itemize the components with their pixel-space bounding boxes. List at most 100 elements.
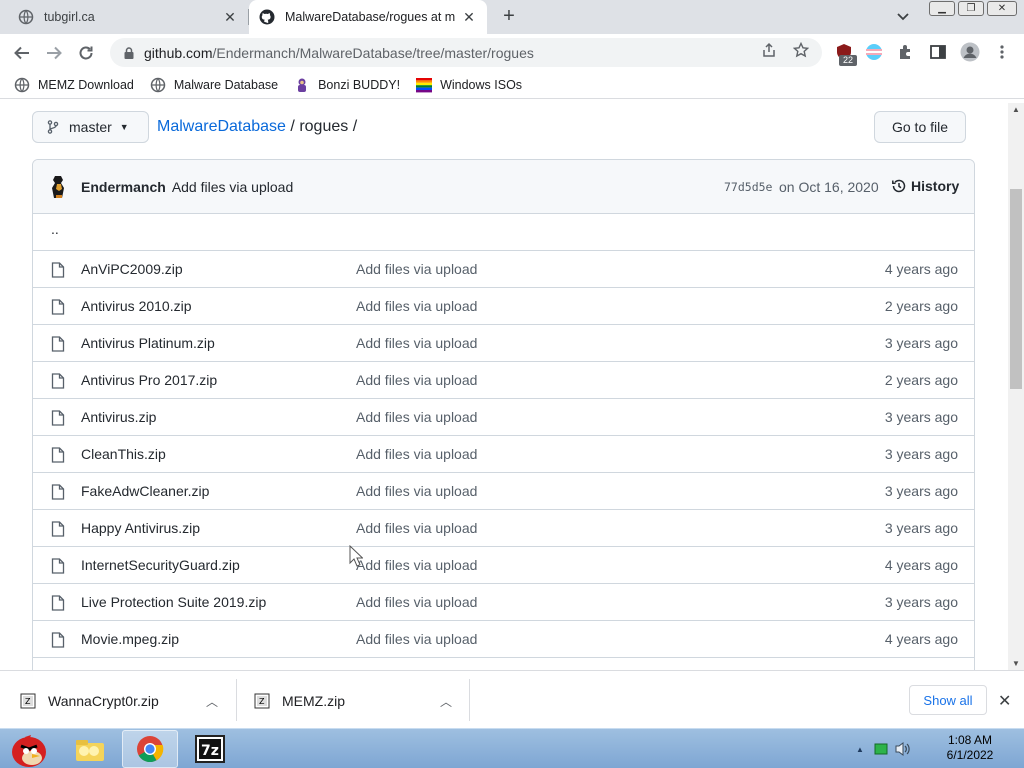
file-commit-age: 3 years ago (884, 594, 958, 610)
start-button-angry-bird-icon[interactable] (0, 730, 56, 768)
url-text: github.com/Endermanch/MalwareDatabase/tr… (144, 45, 534, 61)
restore-icon[interactable]: ❐ (958, 1, 984, 16)
table-row: CleanThis.zip Add files via upload 3 years… (33, 436, 974, 473)
commit-date: on Oct 16, 2020 (779, 179, 879, 195)
close-window-icon[interactable]: ✕ (987, 1, 1017, 16)
globe-icon (14, 77, 30, 93)
tab-malware-database[interactable]: MalwareDatabase/rogues at m ✕ (249, 0, 487, 34)
tab-search-chevron-icon[interactable] (896, 9, 914, 25)
history-clock-icon (892, 179, 906, 193)
file-commit-message-link[interactable]: Add files via upload (356, 409, 477, 425)
file-name-link[interactable]: Movie.mpeg.zip (81, 631, 179, 647)
zip-file-icon: Z (20, 693, 36, 709)
file-icon (51, 521, 65, 540)
commit-author-link[interactable]: Endermanch (81, 179, 166, 195)
scroll-down-arrow-icon[interactable]: ▼ (1012, 659, 1020, 668)
download-filename: MEMZ.zip (282, 693, 345, 709)
taskbar-7zip-icon[interactable]: 7z (182, 730, 238, 768)
share-icon[interactable] (760, 41, 778, 59)
file-icon (51, 447, 65, 466)
file-commit-message-link[interactable]: Add files via upload (356, 372, 477, 388)
go-to-file-button[interactable]: Go to file (874, 111, 966, 143)
bookmark-malware-database[interactable]: Malware Database (150, 77, 278, 93)
file-name-link[interactable]: Happy Antivirus.zip (81, 520, 200, 536)
tab-close-icon[interactable]: ✕ (461, 9, 477, 25)
breadcrumb-separator: / (290, 118, 295, 135)
avatar[interactable] (49, 175, 69, 199)
file-commit-age: 3 years ago (884, 446, 958, 462)
kebab-menu-icon[interactable] (992, 42, 1012, 62)
taskbar-clock[interactable]: 1:08 AM 6/1/2022 (930, 733, 1010, 763)
reload-button[interactable] (74, 41, 98, 65)
tab-tubgirl[interactable]: tubgirl.ca ✕ (8, 0, 248, 34)
commit-sha-link[interactable]: 77d5d5e (724, 180, 772, 194)
file-commit-message-link[interactable]: Add files via upload (356, 483, 477, 499)
file-commit-message-link[interactable]: Add files via upload (356, 520, 477, 536)
file-commit-age: 3 years ago (884, 409, 958, 425)
address-bar[interactable]: github.com/Endermanch/MalwareDatabase/tr… (110, 38, 822, 67)
file-name-link[interactable]: CleanThis.zip (81, 446, 166, 462)
file-commit-message-link[interactable]: Add files via upload (356, 335, 477, 351)
commit-message-link[interactable]: Add files via upload (172, 179, 293, 195)
file-name-link[interactable]: Antivirus Pro 2017.zip (81, 372, 217, 388)
file-icon (51, 484, 65, 503)
branch-select-button[interactable]: master ▼ (32, 111, 149, 143)
table-row: Antivirus Platinum.zip Add files via uplo… (33, 325, 974, 362)
network-icon[interactable] (874, 742, 888, 756)
bookmark-label: MEMZ Download (38, 77, 134, 92)
extension-flag-icon[interactable] (864, 42, 884, 62)
windows-taskbar: 7z ▲ 1:08 AM 6/1/2022 (0, 728, 1024, 768)
parent-directory-link[interactable]: .. (33, 214, 974, 251)
file-icon (51, 262, 65, 281)
download-item-wannacrypt[interactable]: Z WannaCrypt0r.zip ︿ (20, 679, 228, 723)
bookmark-windows-isos[interactable]: Windows ISOs (416, 77, 522, 93)
side-panel-icon[interactable] (928, 42, 948, 62)
forward-button[interactable] (42, 41, 66, 65)
file-commit-message-link[interactable]: Add files via upload (356, 557, 477, 573)
file-commit-message-link[interactable]: Add files via upload (356, 261, 477, 277)
volume-icon[interactable] (894, 741, 912, 757)
taskbar-explorer-icon[interactable] (62, 730, 118, 768)
file-name-link[interactable]: Antivirus.zip (81, 409, 156, 425)
file-name-link[interactable]: Live Protection Suite 2019.zip (81, 594, 266, 610)
new-tab-button[interactable]: + (499, 6, 519, 27)
page-scrollbar[interactable]: ▲ ▼ (1008, 103, 1024, 670)
back-button[interactable] (10, 41, 34, 65)
clock-date: 6/1/2022 (946, 748, 994, 762)
file-icon (51, 410, 65, 429)
chevron-up-icon[interactable]: ︿ (440, 693, 452, 710)
file-commit-message-link[interactable]: Add files via upload (356, 594, 477, 610)
extensions-puzzle-icon[interactable] (896, 42, 916, 62)
file-name-link[interactable]: AnViPC2009.zip (81, 261, 183, 277)
history-label: History (911, 178, 960, 194)
file-name-link[interactable]: FakeAdwCleaner.zip (81, 483, 209, 499)
minimize-icon[interactable]: ▁ (929, 1, 955, 16)
breadcrumb-repo-link[interactable]: MalwareDatabase (157, 118, 286, 135)
file-name-link[interactable]: InternetSecurityGuard.zip (81, 557, 240, 573)
tray-expand-arrow-icon[interactable]: ▲ (856, 745, 864, 754)
bookmark-star-icon[interactable] (792, 41, 810, 59)
file-commit-message-link[interactable]: Add files via upload (356, 298, 477, 314)
file-icon (51, 299, 65, 318)
tab-close-icon[interactable]: ✕ (222, 9, 238, 25)
bookmark-bonzi[interactable]: Bonzi BUDDY! (294, 77, 400, 93)
scrollbar-thumb[interactable] (1010, 189, 1022, 389)
chevron-up-icon[interactable]: ︿ (206, 693, 218, 710)
table-row: AnViPC2009.zip Add files via upload 4 year… (33, 251, 974, 288)
url-host: github.com (144, 44, 213, 61)
file-name-link[interactable]: Antivirus 2010.zip (81, 298, 192, 314)
scroll-up-arrow-icon[interactable]: ▲ (1012, 105, 1020, 114)
close-shelf-icon[interactable]: ✕ (998, 691, 1011, 711)
taskbar-chrome-icon[interactable] (122, 730, 178, 768)
show-all-downloads-button[interactable]: Show all (909, 685, 987, 715)
history-link[interactable]: History (891, 178, 959, 194)
table-row: Antivirus Pro 2017.zip Add files via uplo… (33, 362, 974, 399)
file-name-link[interactable]: Antivirus Platinum.zip (81, 335, 215, 351)
file-commit-message-link[interactable]: Add files via upload (356, 446, 477, 462)
arrow-left-icon (14, 46, 29, 60)
reload-icon (79, 46, 93, 60)
download-item-memz[interactable]: Z MEMZ.zip ︿ (254, 679, 462, 723)
bookmark-memz[interactable]: MEMZ Download (14, 77, 134, 93)
profile-avatar-icon[interactable] (960, 42, 980, 62)
file-commit-message-link[interactable]: Add files via upload (356, 631, 477, 647)
